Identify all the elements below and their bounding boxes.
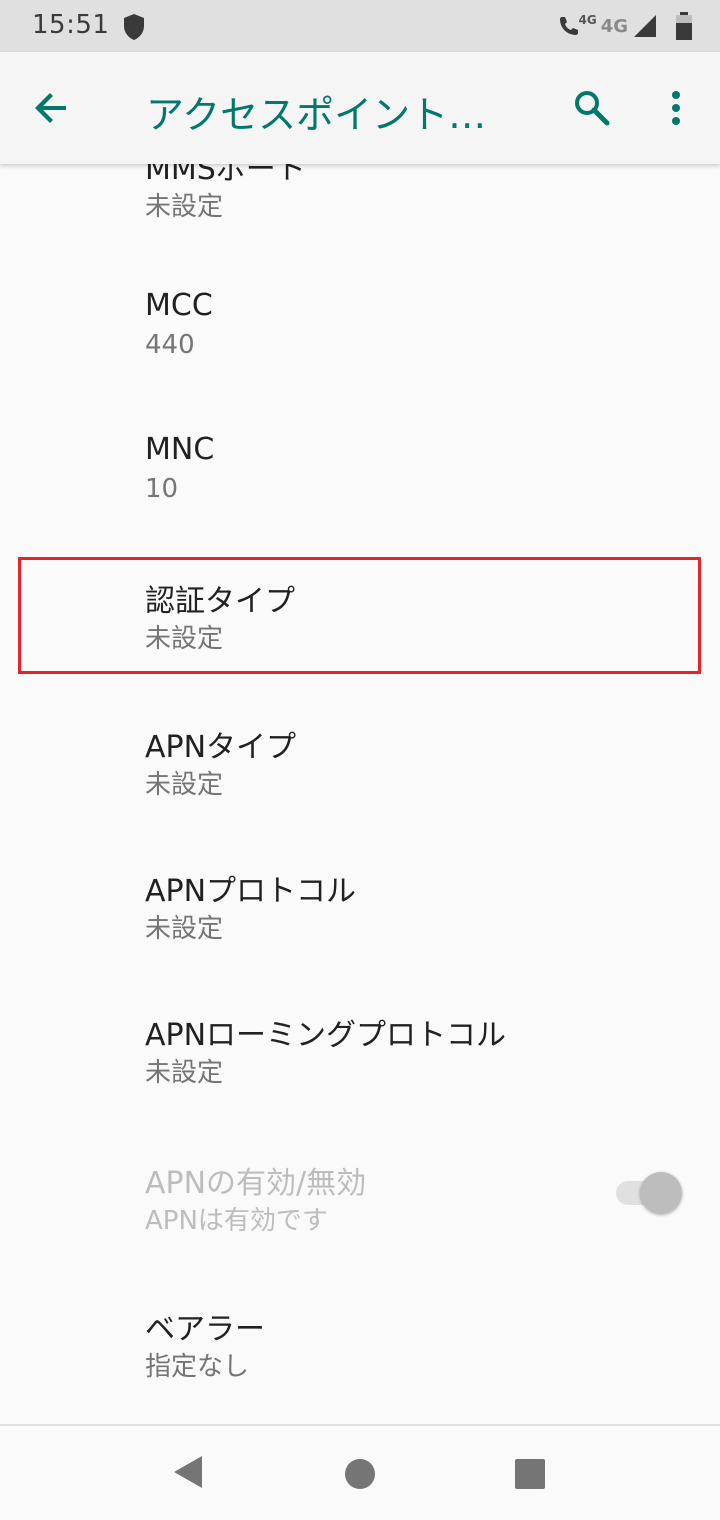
navigation-bar xyxy=(0,1424,720,1520)
pref-title: MNC xyxy=(145,432,215,467)
pref-item-apn-enable: APNの有効/無効 APNは有効です xyxy=(0,1120,720,1264)
more-options-button[interactable] xyxy=(654,80,698,136)
pref-item-apn-type[interactable]: APNタイプ 未設定 xyxy=(0,686,720,830)
switch-thumb xyxy=(640,1172,682,1214)
pref-summary: 10 xyxy=(145,474,179,504)
pref-summary: 440 xyxy=(145,330,195,360)
pref-item-apn-protocol[interactable]: APNプロトコル 未設定 xyxy=(0,830,720,974)
pref-item-mms-port[interactable]: MMSポート 未設定 xyxy=(0,164,720,222)
shield-icon xyxy=(124,14,144,40)
status-icons: 4G 4G xyxy=(558,10,694,42)
pref-item-mcc[interactable]: MCC 440 xyxy=(0,254,720,398)
pref-title: APNタイプ xyxy=(145,730,297,765)
pref-summary: APNは有効です xyxy=(145,1206,328,1236)
pref-summary: 指定なし xyxy=(145,1352,250,1382)
pref-item-apn-roaming-protocol[interactable]: APNローミングプロトコル 未設定 xyxy=(0,974,720,1118)
screen: 15:51 4G 4G アクセスポイント… MMSポート 未設定 MCC 440… xyxy=(0,0,720,1520)
back-button[interactable] xyxy=(24,80,80,136)
battery-icon xyxy=(676,12,692,40)
search-button[interactable] xyxy=(564,80,620,136)
pref-summary: 未設定 xyxy=(145,1058,224,1088)
pref-summary: 未設定 xyxy=(145,192,224,222)
pref-title: APNローミングプロトコル xyxy=(145,1018,507,1053)
highlight-box xyxy=(18,557,701,674)
wifi-calling-icon xyxy=(560,17,579,35)
pref-title: APNプロトコル xyxy=(145,874,357,909)
nav-home-icon[interactable] xyxy=(340,1454,380,1494)
pref-title: MCC xyxy=(145,288,213,323)
page-title: アクセスポイント… xyxy=(146,93,487,137)
network-type: 4G xyxy=(600,15,628,37)
nav-recents-icon[interactable] xyxy=(512,1456,548,1492)
pref-item-mnc[interactable]: MNC 10 xyxy=(0,398,720,542)
network-type-small: 4G xyxy=(578,13,597,27)
status-time: 15:51 xyxy=(32,10,110,40)
pref-item-bearer[interactable]: ベアラー 指定なし xyxy=(0,1264,720,1408)
app-bar: アクセスポイント… xyxy=(0,52,720,164)
pref-title: MMSポート xyxy=(145,164,306,187)
pref-title: APNの有効/無効 xyxy=(145,1166,367,1201)
search-icon xyxy=(575,91,610,126)
pref-summary: 未設定 xyxy=(145,770,224,800)
signal-icon xyxy=(634,15,656,37)
apn-enable-switch xyxy=(614,1169,684,1217)
more-vert-icon xyxy=(672,91,680,125)
preference-list: MMSポート 未設定 MCC 440 MNC 10 認証タイプ 未設定 APNタ… xyxy=(0,164,720,1424)
nav-back-icon[interactable] xyxy=(170,1452,210,1492)
status-bar: 15:51 4G 4G xyxy=(0,0,720,52)
arrow-back-icon xyxy=(35,93,66,123)
pref-title: ベアラー xyxy=(145,1312,265,1347)
pref-summary: 未設定 xyxy=(145,914,224,944)
